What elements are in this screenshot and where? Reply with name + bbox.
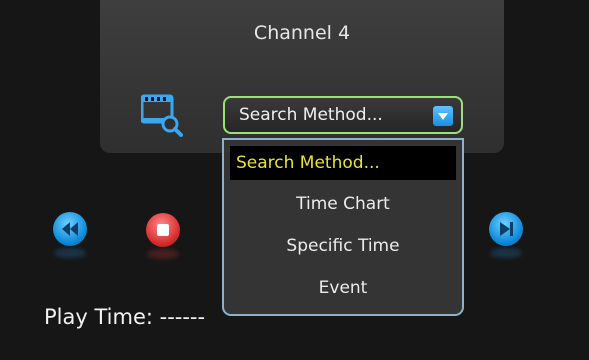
search-method-value: Search Method... (239, 105, 383, 125)
next-button[interactable] (489, 212, 523, 246)
stop-reflection (147, 249, 179, 259)
next-reflection (490, 248, 522, 258)
search-method-dropdown: Search Method... Time Chart Specific Tim… (222, 138, 464, 316)
option-event[interactable]: Event (224, 270, 462, 306)
rewind-button[interactable] (53, 212, 87, 246)
search-method-select[interactable]: Search Method... (223, 96, 463, 134)
stop-button[interactable] (146, 213, 180, 247)
option-search-method[interactable]: Search Method... (230, 146, 456, 180)
next-icon (500, 222, 513, 236)
chevron-down-icon[interactable] (433, 106, 453, 126)
option-specific-time[interactable]: Specific Time (224, 228, 462, 264)
video-search-icon[interactable] (140, 92, 183, 138)
rewind-icon (62, 222, 78, 236)
option-time-chart[interactable]: Time Chart (224, 186, 462, 222)
stop-icon (157, 224, 169, 236)
channel-title: Channel 4 (253, 22, 351, 44)
rewind-reflection (54, 248, 86, 258)
play-time-label: Play Time: ------ (44, 305, 206, 329)
